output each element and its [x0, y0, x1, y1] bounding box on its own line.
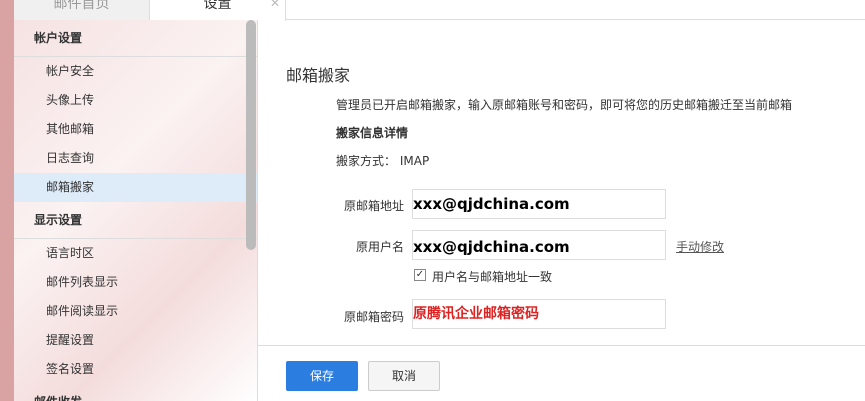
sidebar-group-display: 显示设置 [14, 202, 257, 239]
sidebar: 帐户设置 帐户安全 头像上传 其他邮箱 日志查询 邮箱搬家 显示设置 语言时区 … [14, 20, 257, 401]
details-heading: 搬家信息详情 [336, 126, 409, 140]
sidebar-item-other-mailbox[interactable]: 其他邮箱 [14, 115, 257, 144]
page-title: 邮箱搬家 [286, 66, 351, 85]
divider [258, 345, 865, 346]
cancel-button[interactable]: 取消 [368, 361, 440, 391]
migration-method: 搬家方式： IMAP [336, 152, 429, 169]
background-strip [0, 0, 14, 401]
tab-settings[interactable]: 设置 [150, 0, 286, 21]
save-button[interactable]: 保存 [286, 361, 358, 391]
method-label: 搬家方式： [336, 154, 397, 168]
same-username-checkbox[interactable]: ✓ [414, 269, 426, 281]
sidebar-item-reminder[interactable]: 提醒设置 [14, 326, 257, 355]
sidebar-group-account: 帐户设置 [14, 20, 257, 57]
username-input[interactable]: xxx@qjdchina.com [412, 230, 666, 260]
password-label: 原邮箱密码 [344, 310, 405, 324]
tab-mail-home[interactable]: 邮件首页 [14, 0, 150, 20]
sidebar-scrollbar[interactable] [246, 20, 256, 250]
sidebar-group-mail: 邮件收发 [14, 384, 257, 401]
sidebar-item-signature[interactable]: 签名设置 [14, 355, 257, 384]
sidebar-item-read-display[interactable]: 邮件阅读显示 [14, 297, 257, 326]
tab-bar: 邮件首页 设置 ✕ [14, 0, 865, 21]
sidebar-item-log-query[interactable]: 日志查询 [14, 144, 257, 173]
username-label: 原用户名 [356, 240, 405, 254]
sidebar-item-language-timezone[interactable]: 语言时区 [14, 239, 257, 268]
sidebar-item-account-security[interactable]: 帐户安全 [14, 57, 257, 86]
address-input[interactable]: xxx@qjdchina.com [412, 189, 666, 219]
sidebar-item-mailbox-migration[interactable]: 邮箱搬家 [14, 173, 257, 202]
description: 管理员已开启邮箱搬家，输入原邮箱账号和密码，即可将您的历史邮箱搬迁至当前邮箱 [336, 98, 793, 112]
password-input[interactable]: 原腾讯企业邮箱密码 [412, 299, 666, 329]
sidebar-item-list-display[interactable]: 邮件列表显示 [14, 268, 257, 297]
manual-edit-link[interactable]: 手动修改 [676, 238, 724, 255]
close-icon[interactable]: ✕ [270, 0, 280, 10]
method-value: IMAP [399, 154, 430, 168]
sidebar-item-avatar-upload[interactable]: 头像上传 [14, 86, 257, 115]
divider [257, 20, 258, 401]
address-label: 原邮箱地址 [344, 199, 405, 213]
same-username-label: 用户名与邮箱地址一致 [432, 270, 553, 284]
